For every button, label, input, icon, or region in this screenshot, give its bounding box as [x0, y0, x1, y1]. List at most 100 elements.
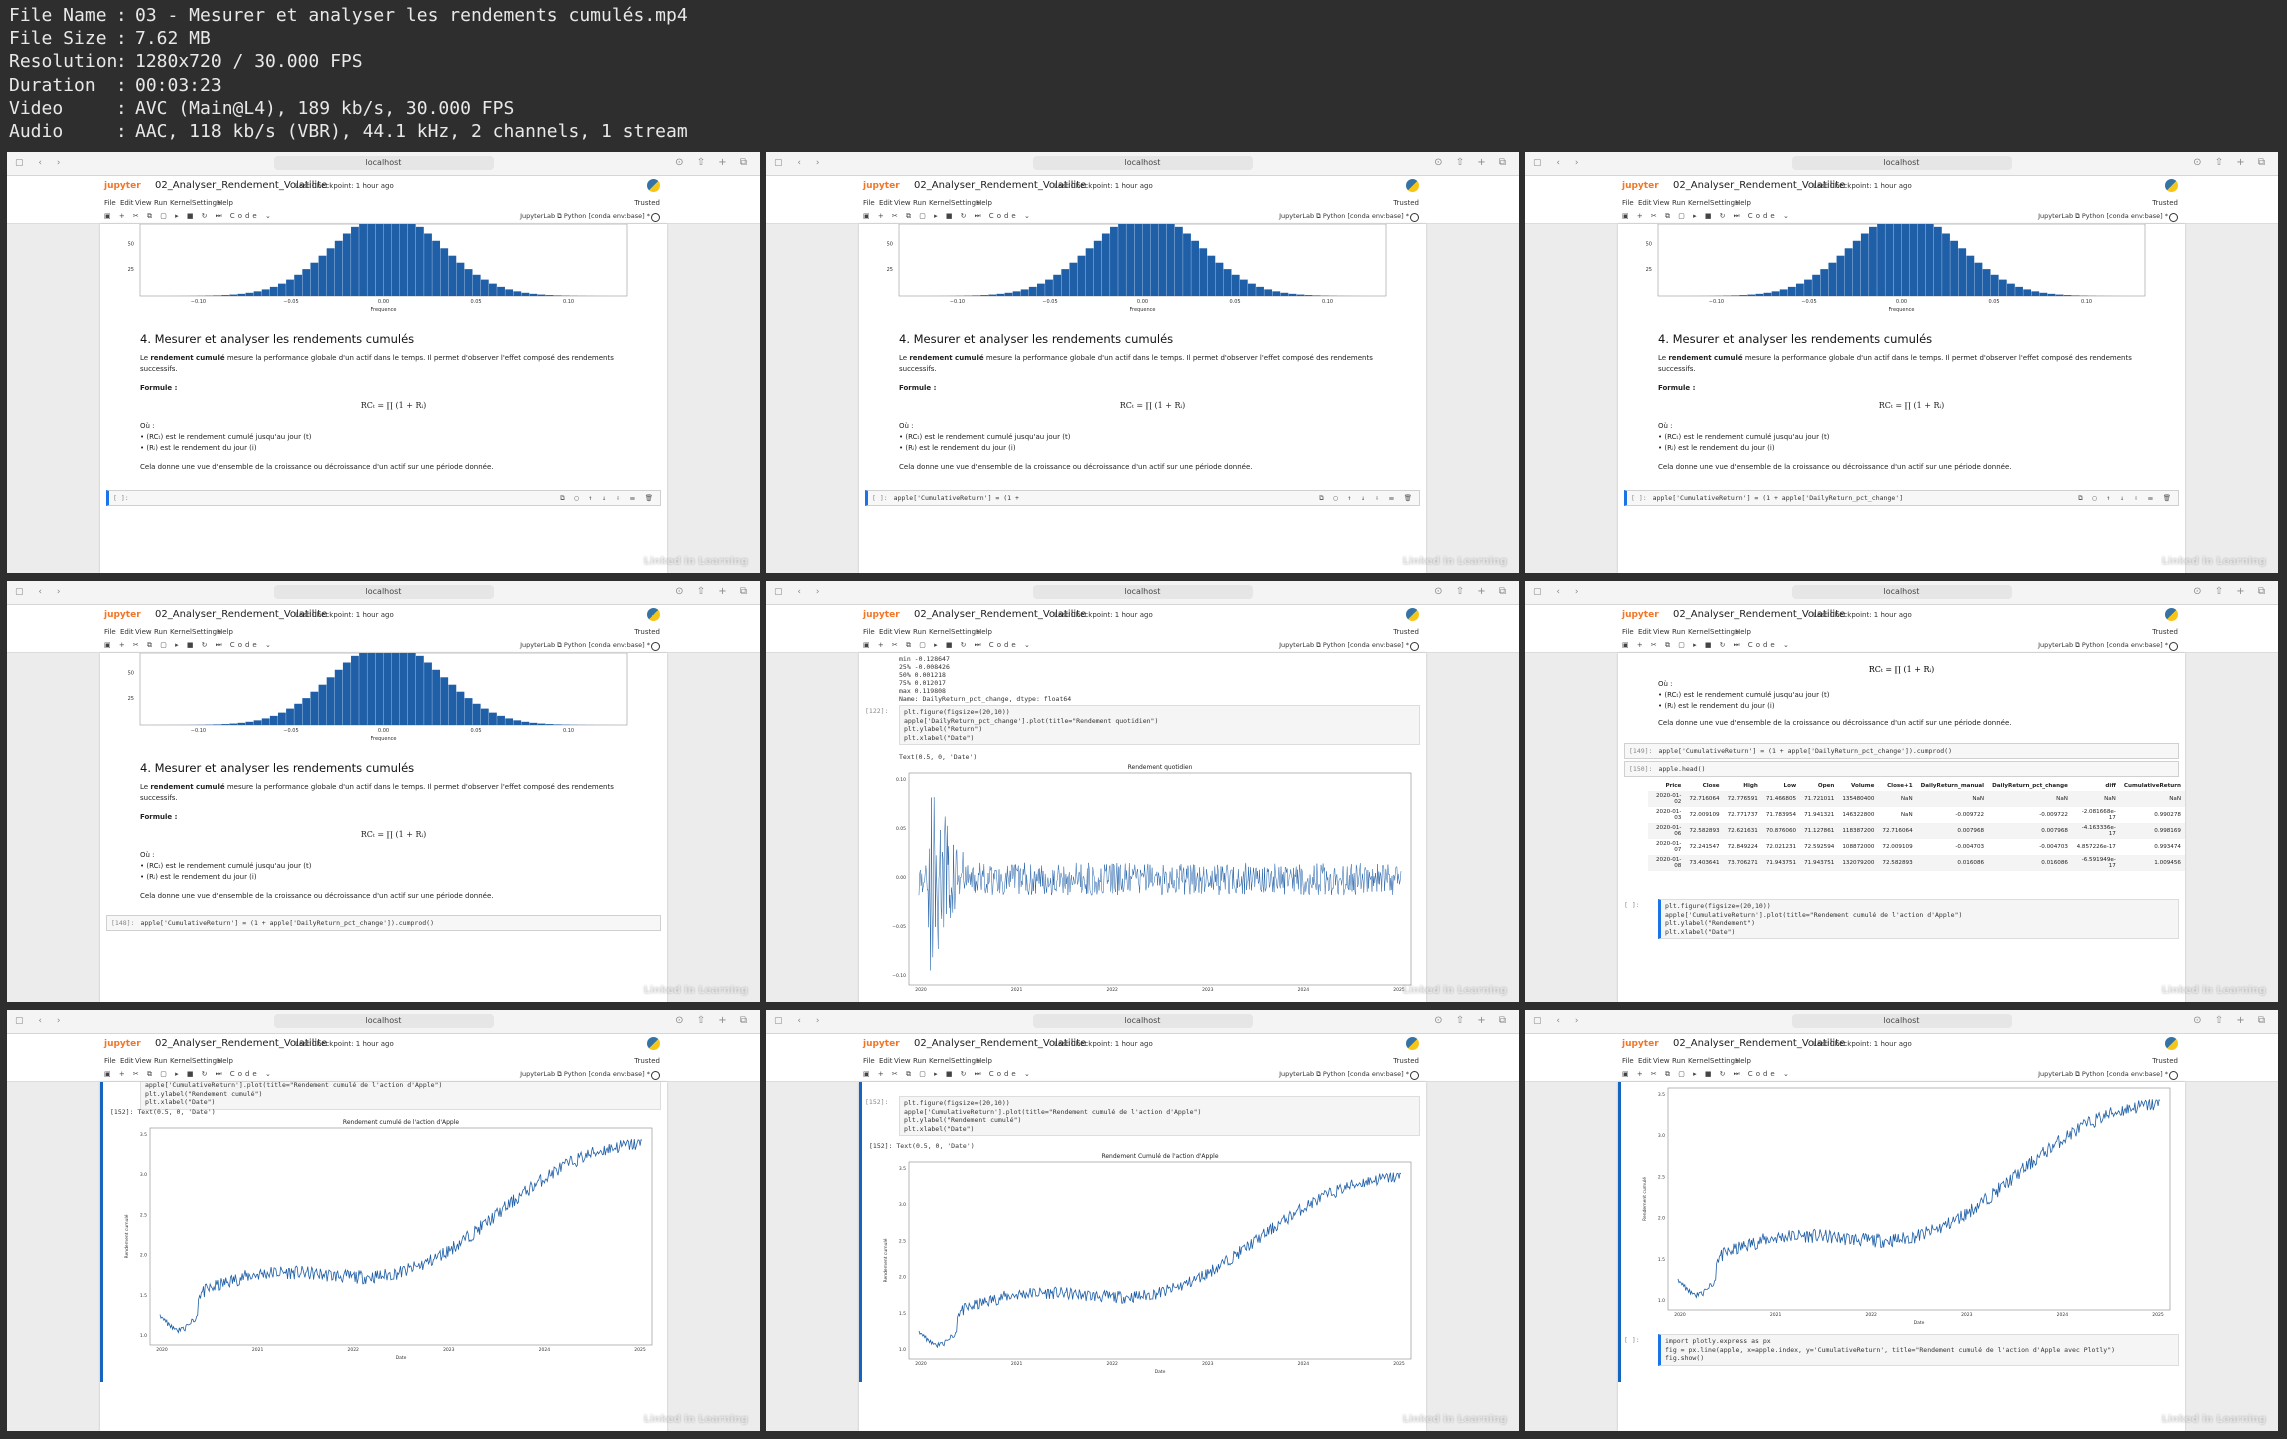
menu-item-file[interactable]: File [1622, 1057, 1634, 1065]
menu-item-run[interactable]: Run [1672, 199, 1685, 207]
menu-item-help[interactable]: Help [1735, 199, 1751, 207]
toolbar-buttons[interactable]: ▣ + ✂ ⧉ ▢ ▸ ■ ↻ ⏭ Code ⌄ [104, 1070, 274, 1079]
menu-item-view[interactable]: View [894, 199, 911, 207]
browser-nav-buttons[interactable]: ▢ ‹ › [774, 158, 825, 168]
browser-actions[interactable]: ⊙ ⇧ + ⧉ [1434, 586, 1511, 597]
toolbar-buttons[interactable]: ▣ + ✂ ⧉ ▢ ▸ ■ ↻ ⏭ Code ⌄ [863, 1070, 1033, 1079]
address-bar[interactable]: localhost [273, 156, 494, 170]
toolbar-buttons[interactable]: ▣ + ✂ ⧉ ▢ ▸ ■ ↻ ⏭ Code ⌄ [1622, 641, 1792, 650]
code-cell[interactable]: plt.figure(figsize=(20,10)) apple['DailyR… [899, 705, 1420, 745]
browser-actions[interactable]: ⊙ ⇧ + ⧉ [2193, 1015, 2270, 1026]
code-cell[interactable]: [ ]: apple['CumulativeReturn'] = (1 + app… [1624, 490, 2179, 506]
menu-item-view[interactable]: View [1653, 1057, 1670, 1065]
menu-item-file[interactable]: File [104, 1057, 116, 1065]
browser-nav-buttons[interactable]: ▢ ‹ › [1533, 158, 1584, 168]
kernel-status[interactable]: JupyterLab ⧉ Python [conda env:base] * [520, 212, 650, 221]
menu-item-view[interactable]: View [135, 1057, 152, 1065]
kernel-status[interactable]: JupyterLab ⧉ Python [conda env:base] * [1279, 641, 1409, 650]
menu-item-kernel[interactable]: Kernel [1688, 199, 1710, 207]
menu-item-file[interactable]: File [863, 628, 875, 636]
browser-nav-buttons[interactable]: ▢ ‹ › [15, 158, 66, 168]
kernel-status[interactable]: JupyterLab ⧉ Python [conda env:base] * [1279, 212, 1409, 221]
menu-item-help[interactable]: Help [976, 628, 992, 636]
kernel-status[interactable]: JupyterLab ⧉ Python [conda env:base] * [2038, 641, 2168, 650]
menu-item-kernel[interactable]: Kernel [170, 1057, 192, 1065]
menu-item-view[interactable]: View [894, 1057, 911, 1065]
menu-item-edit[interactable]: Edit [120, 199, 134, 207]
menu-item-edit[interactable]: Edit [879, 199, 893, 207]
menu-item-help[interactable]: Help [217, 1057, 233, 1065]
menu-item-run[interactable]: Run [913, 628, 926, 636]
menu-item-edit[interactable]: Edit [879, 628, 893, 636]
kernel-status[interactable]: JupyterLab ⧉ Python [conda env:base] * [2038, 1070, 2168, 1079]
menu-item-edit[interactable]: Edit [1638, 1057, 1652, 1065]
menu-item-view[interactable]: View [135, 628, 152, 636]
cell-toolbar[interactable]: ⧉ ▢ ↑ ↓ ⇩ ☰ 🗑 [2078, 491, 2174, 505]
menu-item-view[interactable]: View [1653, 199, 1670, 207]
menu-item-edit[interactable]: Edit [120, 1057, 134, 1065]
cell-code[interactable]: apple['CumulativeReturn'] = (1 + apple['… [1653, 494, 1903, 502]
menu-item-file[interactable]: File [104, 628, 116, 636]
menu-item-edit[interactable]: Edit [1638, 628, 1652, 636]
code-cell[interactable]: apple['CumulativeReturn'].plot(title="Re… [140, 1082, 661, 1110]
menu-item-file[interactable]: File [863, 1057, 875, 1065]
menu-item-view[interactable]: View [135, 199, 152, 207]
browser-nav-buttons[interactable]: ▢ ‹ › [15, 587, 66, 597]
kernel-status[interactable]: JupyterLab ⧉ Python [conda env:base] * [2038, 212, 2168, 221]
toolbar-buttons[interactable]: ▣ + ✂ ⧉ ▢ ▸ ■ ↻ ⏭ Code ⌄ [104, 212, 274, 221]
code-cell[interactable]: [150]: apple.head() [1624, 761, 2179, 777]
menu-item-kernel[interactable]: Kernel [170, 628, 192, 636]
menu-item-run[interactable]: Run [913, 199, 926, 207]
browser-nav-buttons[interactable]: ▢ ‹ › [774, 1016, 825, 1026]
browser-nav-buttons[interactable]: ▢ ‹ › [1533, 1016, 1584, 1026]
toolbar-buttons[interactable]: ▣ + ✂ ⧉ ▢ ▸ ■ ↻ ⏭ Code ⌄ [863, 212, 1033, 221]
cell-code[interactable]: apple.head() [1658, 765, 1705, 773]
menu-item-kernel[interactable]: Kernel [1688, 1057, 1710, 1065]
address-bar[interactable]: localhost [1032, 1014, 1253, 1028]
browser-actions[interactable]: ⊙ ⇧ + ⧉ [675, 157, 752, 168]
address-bar[interactable]: localhost [1791, 585, 2012, 599]
address-bar[interactable]: localhost [1032, 585, 1253, 599]
cell-code[interactable]: apple['CumulativeReturn'] = (1 + apple['… [1658, 747, 1952, 755]
address-bar[interactable]: localhost [273, 1014, 494, 1028]
address-bar[interactable]: localhost [1791, 1014, 2012, 1028]
menu-item-edit[interactable]: Edit [879, 1057, 893, 1065]
address-bar[interactable]: localhost [1032, 156, 1253, 170]
menu-item-run[interactable]: Run [154, 628, 167, 636]
browser-actions[interactable]: ⊙ ⇧ + ⧉ [2193, 586, 2270, 597]
menu-item-file[interactable]: File [1622, 628, 1634, 636]
browser-nav-buttons[interactable]: ▢ ‹ › [774, 587, 825, 597]
browser-nav-buttons[interactable]: ▢ ‹ › [1533, 587, 1584, 597]
browser-actions[interactable]: ⊙ ⇧ + ⧉ [1434, 157, 1511, 168]
menu-item-edit[interactable]: Edit [1638, 199, 1652, 207]
browser-actions[interactable]: ⊙ ⇧ + ⧉ [675, 1015, 752, 1026]
code-cell[interactable]: [148]: apple['CumulativeReturn'] = (1 + a… [106, 915, 661, 931]
browser-actions[interactable]: ⊙ ⇧ + ⧉ [1434, 1015, 1511, 1026]
code-cell[interactable]: [149]: apple['CumulativeReturn'] = (1 + a… [1624, 743, 2179, 759]
kernel-status[interactable]: JupyterLab ⧉ Python [conda env:base] * [1279, 1070, 1409, 1079]
menu-item-kernel[interactable]: Kernel [929, 1057, 951, 1065]
code-cell[interactable]: [ ]: apple['CumulativeReturn'] = (1 + ⧉ ▢… [865, 490, 1420, 506]
menu-item-view[interactable]: View [894, 628, 911, 636]
cell-code[interactable]: apple['CumulativeReturn'] = (1 + [894, 494, 1019, 502]
toolbar-buttons[interactable]: ▣ + ✂ ⧉ ▢ ▸ ■ ↻ ⏭ Code ⌄ [863, 641, 1033, 650]
toolbar-buttons[interactable]: ▣ + ✂ ⧉ ▢ ▸ ■ ↻ ⏭ Code ⌄ [1622, 212, 1792, 221]
toolbar-buttons[interactable]: ▣ + ✂ ⧉ ▢ ▸ ■ ↻ ⏭ Code ⌄ [1622, 1070, 1792, 1079]
address-bar[interactable]: localhost [1791, 156, 2012, 170]
cell-toolbar[interactable]: ⧉ ▢ ↑ ↓ ⇩ ☰ 🗑 [1319, 491, 1415, 505]
cell-toolbar[interactable]: ⧉ ▢ ↑ ↓ ⇩ ☰ 🗑 [560, 491, 656, 505]
menu-item-kernel[interactable]: Kernel [170, 199, 192, 207]
browser-nav-buttons[interactable]: ▢ ‹ › [15, 1016, 66, 1026]
menu-item-kernel[interactable]: Kernel [1688, 628, 1710, 636]
menu-item-run[interactable]: Run [1672, 1057, 1685, 1065]
code-cell[interactable]: [ ]: ⧉ ▢ ↑ ↓ ⇩ ☰ 🗑 [106, 490, 661, 506]
menu-item-help[interactable]: Help [976, 199, 992, 207]
menu-item-run[interactable]: Run [913, 1057, 926, 1065]
address-bar[interactable]: localhost [273, 585, 494, 599]
code-cell[interactable]: plt.figure(figsize=(20,10)) apple['Cumula… [899, 1096, 1420, 1136]
kernel-status[interactable]: JupyterLab ⧉ Python [conda env:base] * [520, 1070, 650, 1079]
cell-code[interactable]: apple['CumulativeReturn'] = (1 + apple['… [140, 919, 434, 927]
menu-item-edit[interactable]: Edit [120, 628, 134, 636]
menu-item-help[interactable]: Help [217, 199, 233, 207]
menu-item-run[interactable]: Run [154, 199, 167, 207]
